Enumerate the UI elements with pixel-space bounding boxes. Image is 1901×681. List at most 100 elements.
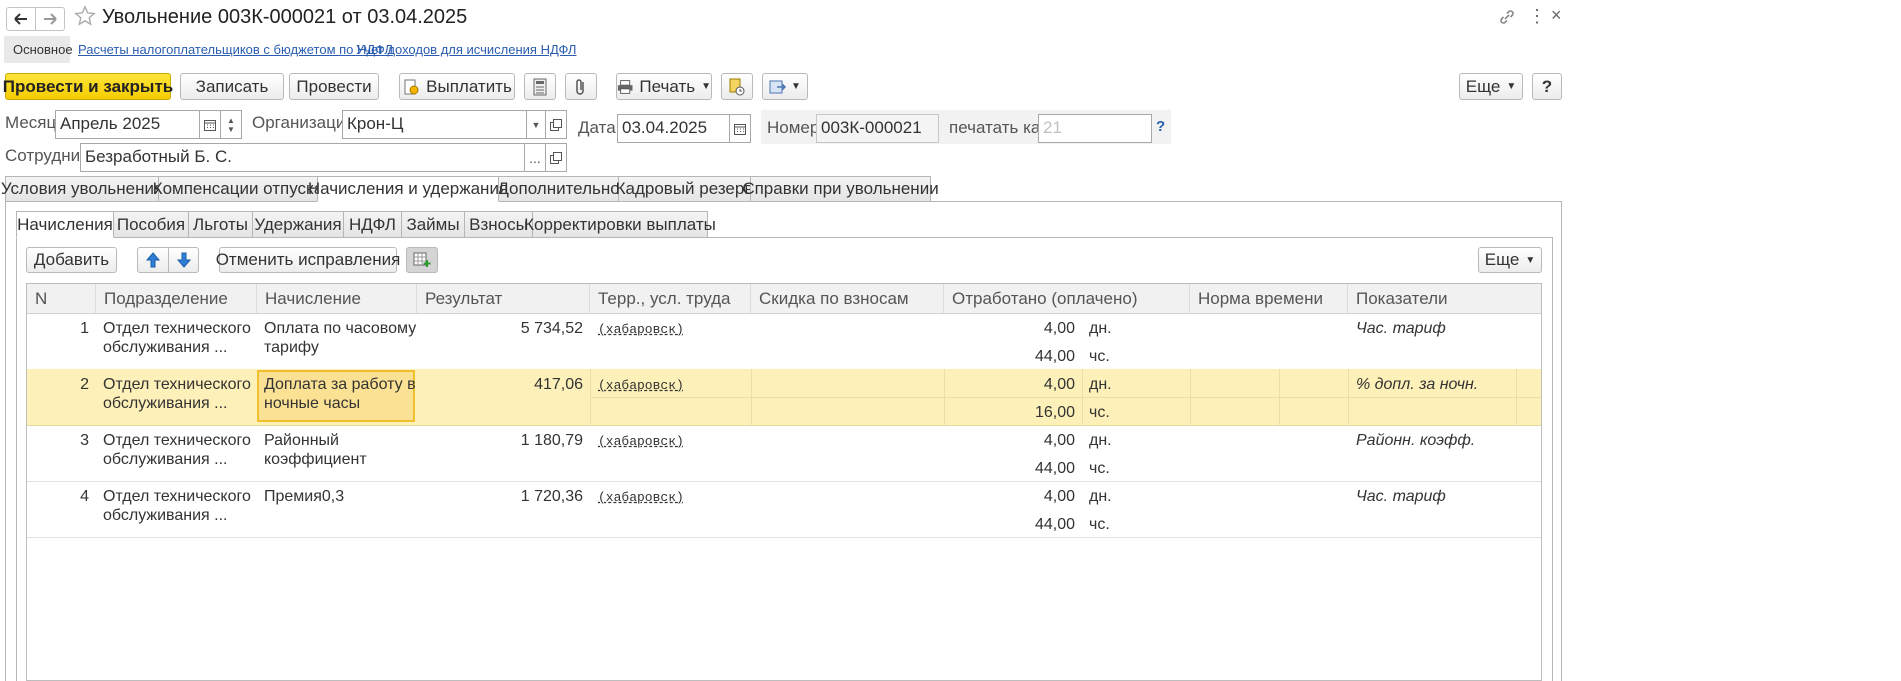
row-days-value: 4,00 — [1043, 376, 1075, 393]
close-icon[interactable]: × — [1551, 5, 1562, 26]
pay-button[interactable]: Выплатить — [399, 73, 515, 100]
col-header-worked[interactable]: Отработано (оплачено) — [944, 284, 1190, 313]
chevron-down-icon: ▼ — [701, 81, 711, 92]
row-days-value: 4,00 — [1043, 488, 1075, 505]
attach-button[interactable] — [565, 73, 597, 100]
create-based-on-button[interactable]: ▼ — [762, 73, 808, 100]
chevron-down-icon: ▼ — [791, 81, 801, 92]
add-from-table-button[interactable] — [406, 247, 438, 273]
link-icon[interactable] — [1498, 8, 1516, 31]
more-button[interactable]: Еще ▼ — [1459, 73, 1523, 100]
inner-tab-deductions[interactable]: Удержания — [252, 211, 344, 238]
employee-open-button[interactable] — [545, 143, 567, 172]
top-link-ndfl-budget[interactable]: Расчеты налогоплательщиков с бюджетом по… — [78, 42, 393, 57]
col-header-department[interactable]: Подразделение — [96, 284, 257, 313]
row-hours-unit: чс. — [1089, 516, 1110, 533]
tab-additional[interactable]: Дополнительно — [497, 176, 620, 202]
col-header-result[interactable]: Результат — [417, 284, 590, 313]
month-stepper[interactable]: ▲ ▼ — [220, 110, 242, 139]
post-button[interactable]: Провести — [289, 73, 379, 100]
accruals-table[interactable]: N Подразделение Начисление Результат Тер… — [26, 283, 1542, 681]
tab-vacation-compensation[interactable]: Компенсации отпуска — [153, 176, 323, 202]
chevron-down-icon: ▼ — [1525, 254, 1536, 266]
tab-personnel-reserve[interactable]: Кадровый резерв — [616, 176, 753, 202]
row-col-divider — [1190, 369, 1191, 425]
table-more-button[interactable]: Еще ▼ — [1478, 247, 1542, 273]
tab-dismissal-certificates[interactable]: Справки при увольнении — [742, 176, 939, 202]
col-header-time-norm[interactable]: Норма времени — [1190, 284, 1348, 313]
row-days-value: 4,00 — [1043, 320, 1075, 337]
col-header-indicators[interactable]: Показатели — [1348, 284, 1541, 313]
row-days-unit: дн. — [1089, 376, 1112, 393]
move-down-button[interactable] — [168, 247, 199, 273]
table-row-selected[interactable]: 2 Отдел технического обслуживания ... До… — [27, 369, 1541, 426]
help-button[interactable]: ? — [1532, 73, 1562, 100]
move-up-button[interactable] — [137, 247, 169, 273]
post-and-close-button[interactable]: Провести и закрыть — [3, 73, 173, 100]
favorite-star-icon[interactable] — [74, 5, 96, 32]
pay-icon — [404, 79, 419, 94]
print-as-help-icon[interactable]: ? — [1156, 118, 1165, 135]
number-field[interactable]: 003К-000021 — [816, 114, 939, 143]
report-clock-icon — [729, 78, 745, 95]
col-header-territory[interactable]: Терр., усл. труда — [590, 284, 751, 313]
tab-dismissal-conditions[interactable]: Условия увольнения — [1, 176, 163, 202]
row-department: Отдел технического — [103, 320, 251, 337]
more-vertical-icon[interactable]: ⋮ — [1528, 6, 1546, 27]
row-result: 1 180,79 — [520, 432, 583, 449]
date-calendar-button[interactable] — [729, 114, 751, 143]
nav-back-button[interactable] — [6, 7, 36, 31]
inner-tab-payment-corrections[interactable]: Корректировки выплаты — [524, 211, 716, 238]
row-department-cont: обслуживания ... — [103, 451, 228, 468]
cancel-corrections-button[interactable]: Отменить исправления — [216, 247, 400, 273]
date-field[interactable]: 03.04.2025 — [617, 114, 730, 143]
row-result: 417,06 — [534, 376, 583, 393]
nav-forward-button[interactable] — [35, 7, 65, 31]
report-button[interactable] — [721, 73, 753, 100]
top-link-income-accounting[interactable]: Учет доходов для исчисления НДФЛ — [356, 42, 576, 57]
inner-tab-contributions[interactable]: Взносы — [464, 211, 533, 238]
inner-tab-ndfl[interactable]: НДФЛ — [343, 211, 402, 238]
organization-field[interactable]: Крон-Ц — [342, 110, 527, 139]
inner-tab-accruals[interactable]: Начисления — [16, 211, 114, 238]
table-row[interactable]: 1 Отдел технического обслуживания ... Оп… — [27, 313, 1541, 370]
inner-tab-privileges[interactable]: Льготы — [188, 211, 253, 238]
table-row[interactable]: 4 Отдел технического обслуживания ... Пр… — [27, 481, 1541, 538]
row-days-unit: дн. — [1089, 432, 1112, 449]
save-button[interactable]: Записать — [180, 73, 284, 100]
employee-field[interactable]: Безработный Б. С. — [80, 143, 525, 172]
row-territory[interactable]: (хабаровск) — [598, 488, 684, 507]
col-header-n[interactable]: N — [27, 284, 96, 313]
row-col-divider — [1082, 369, 1083, 425]
row-col-divider — [1348, 369, 1349, 425]
organization-open-button[interactable] — [545, 110, 567, 139]
arrow-up-icon — [146, 252, 160, 268]
col-header-contribution-discount[interactable]: Скидка по взносам — [751, 284, 944, 313]
row-hours-unit: чс. — [1089, 348, 1110, 365]
organization-dropdown-button[interactable]: ▼ — [526, 110, 546, 139]
row-territory[interactable]: (хабаровск) — [598, 432, 684, 451]
row-number: 4 — [80, 488, 89, 505]
print-button[interactable]: Печать ▼ — [616, 73, 712, 100]
tab-accruals-deductions[interactable]: Начисления и удержания — [308, 176, 508, 202]
table-row[interactable]: 3 Отдел технического обслуживания ... Ра… — [27, 425, 1541, 482]
add-button[interactable]: Добавить — [26, 247, 117, 273]
arrow-right-icon — [44, 13, 57, 25]
row-days-unit: дн. — [1089, 320, 1112, 337]
month-field[interactable]: Апрель 2025 — [55, 110, 200, 139]
arrow-down-icon — [176, 252, 191, 268]
row-indicator: Час. тариф — [1356, 488, 1446, 505]
calendar-icon — [204, 119, 216, 131]
inner-tab-benefits[interactable]: Пособия — [113, 211, 189, 238]
row-territory[interactable]: (хабаровск) — [598, 376, 684, 395]
col-header-accrual[interactable]: Начисление — [257, 284, 417, 313]
print-as-field[interactable]: 21 — [1038, 114, 1152, 143]
employee-select-button[interactable]: ... — [524, 143, 546, 172]
print-as-label: печатать как: — [949, 118, 1053, 137]
calendar-button[interactable] — [199, 110, 221, 139]
row-department-cont: обслуживания ... — [103, 339, 228, 356]
inner-tab-loans[interactable]: Займы — [401, 211, 465, 238]
row-territory[interactable]: (хабаровск) — [598, 320, 684, 339]
row-indicator: Час. тариф — [1356, 320, 1446, 337]
calculator-button[interactable] — [524, 73, 556, 100]
